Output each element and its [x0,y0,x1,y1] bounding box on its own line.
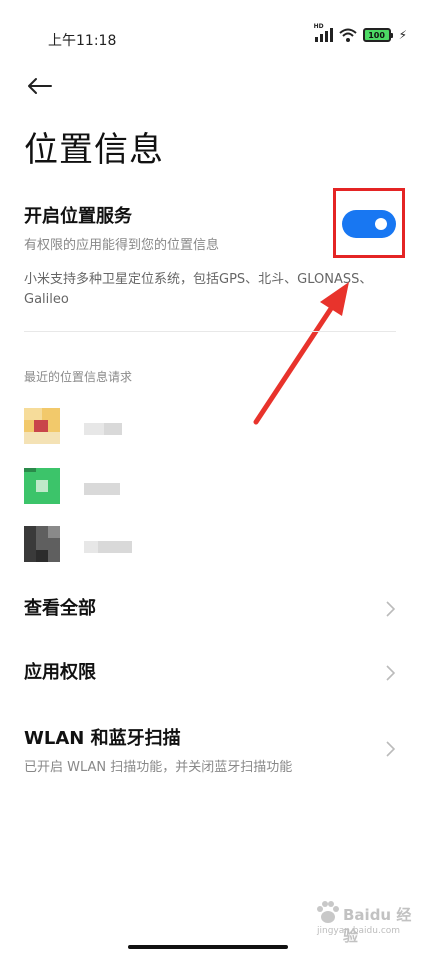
recent-app-item[interactable] [24,408,224,444]
red-arrow-annotation [253,282,349,425]
paw-icon [317,901,339,923]
location-service-title: 开启位置服务 [24,206,132,227]
app-permissions-label: 应用权限 [24,662,96,683]
location-toggle[interactable] [342,210,396,238]
screen: 上午11:18 HD 100 ⚡ 位置信息 开启位置服务 有权限的应用能得到您的… [0,0,433,958]
watermark-url: jingyan.baidu.com [317,926,401,936]
blurred-app-name [84,420,122,435]
chevron-right-icon [386,741,395,757]
cellular-signal-icon: HD [314,23,333,42]
recent-app-item[interactable] [24,526,224,562]
blurred-app-icon [24,468,60,504]
wlan-bluetooth-scan-row[interactable]: WLAN 和蓝牙扫描 已开启 WLAN 扫描功能，并关闭蓝牙扫描功能 [24,724,409,775]
location-service-row[interactable]: 开启位置服务 有权限的应用能得到您的位置信息 [24,202,324,253]
recent-requests-header: 最近的位置信息请求 [24,370,133,384]
view-all-label: 查看全部 [24,598,96,619]
battery-level: 100 [368,30,385,40]
recent-app-item[interactable] [24,468,224,504]
status-icons: HD 100 ⚡ [314,23,407,42]
app-permissions-row[interactable]: 应用权限 [24,658,409,688]
status-bar: 上午11:18 HD 100 ⚡ [0,0,433,76]
wifi-icon [338,28,357,42]
watermark-brand: Baidu 经验 [343,906,412,945]
blurred-app-icon [24,526,60,562]
charging-icon: ⚡ [398,28,407,42]
arrow-left-icon [28,78,52,94]
status-time: 上午11:18 [48,33,117,49]
blurred-app-name [84,480,120,495]
divider [24,331,396,332]
battery-icon: 100 [362,28,393,42]
toggle-knob [375,218,387,230]
view-all-row[interactable]: 查看全部 [24,594,409,624]
network-tag: HD [313,23,324,30]
back-button[interactable] [22,70,56,102]
wlan-bluetooth-scan-subtitle: 已开启 WLAN 扫描功能，并关闭蓝牙扫描功能 [24,760,293,775]
chevron-right-icon [386,665,395,681]
home-indicator[interactable] [128,945,288,949]
page-title: 位置信息 [24,130,164,170]
wlan-bluetooth-scan-label: WLAN 和蓝牙扫描 [24,728,181,749]
location-service-subtitle: 有权限的应用能得到您的位置信息 [24,238,220,253]
watermark: Baidu 经验 jingyan.baidu.com [315,898,415,945]
blurred-app-name [84,538,132,553]
chevron-right-icon [386,601,395,617]
blurred-app-icon [24,408,60,444]
